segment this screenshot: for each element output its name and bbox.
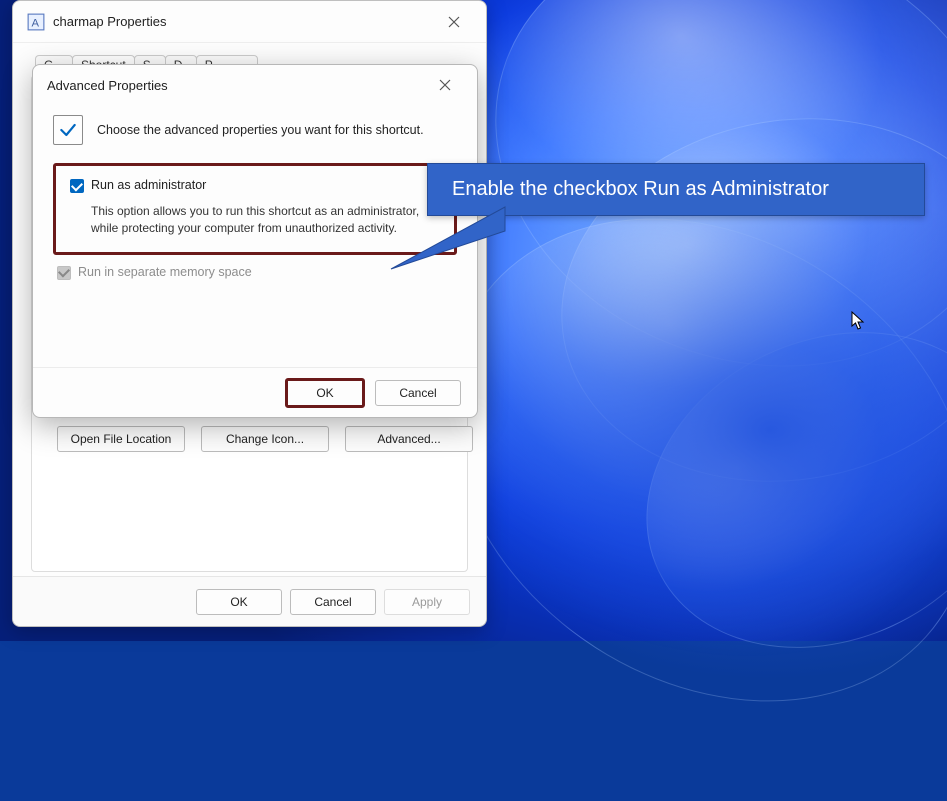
advanced-title: Advanced Properties (47, 78, 427, 93)
checkmark-icon (53, 115, 83, 145)
open-file-location-button[interactable]: Open File Location (57, 426, 185, 452)
advanced-footer: OK Cancel (33, 367, 477, 417)
advanced-cancel-button[interactable]: Cancel (375, 380, 461, 406)
advanced-close-button[interactable] (427, 70, 463, 100)
svg-text:A: A (32, 17, 40, 29)
cancel-button[interactable]: Cancel (290, 589, 376, 615)
close-button[interactable] (436, 7, 472, 37)
apply-button[interactable]: Apply (384, 589, 470, 615)
callout-tail (387, 203, 507, 273)
advanced-button[interactable]: Advanced... (345, 426, 473, 452)
instruction-callout: Enable the checkbox Run as Administrator (427, 163, 925, 216)
advanced-ok-button[interactable]: OK (285, 378, 365, 408)
change-icon-button[interactable]: Change Icon... (201, 426, 329, 452)
properties-titlebar[interactable]: A charmap Properties (13, 1, 486, 43)
properties-title: charmap Properties (53, 14, 436, 29)
app-icon: A (27, 13, 45, 31)
advanced-intro-text: Choose the advanced properties you want … (97, 123, 424, 137)
separate-memory-label: Run in separate memory space (78, 265, 252, 279)
run-as-admin-label: Run as administrator (91, 178, 206, 192)
separate-memory-checkbox (57, 266, 71, 280)
run-as-admin-checkbox[interactable] (70, 179, 84, 193)
ok-button[interactable]: OK (196, 589, 282, 615)
properties-footer: OK Cancel Apply (13, 576, 486, 626)
